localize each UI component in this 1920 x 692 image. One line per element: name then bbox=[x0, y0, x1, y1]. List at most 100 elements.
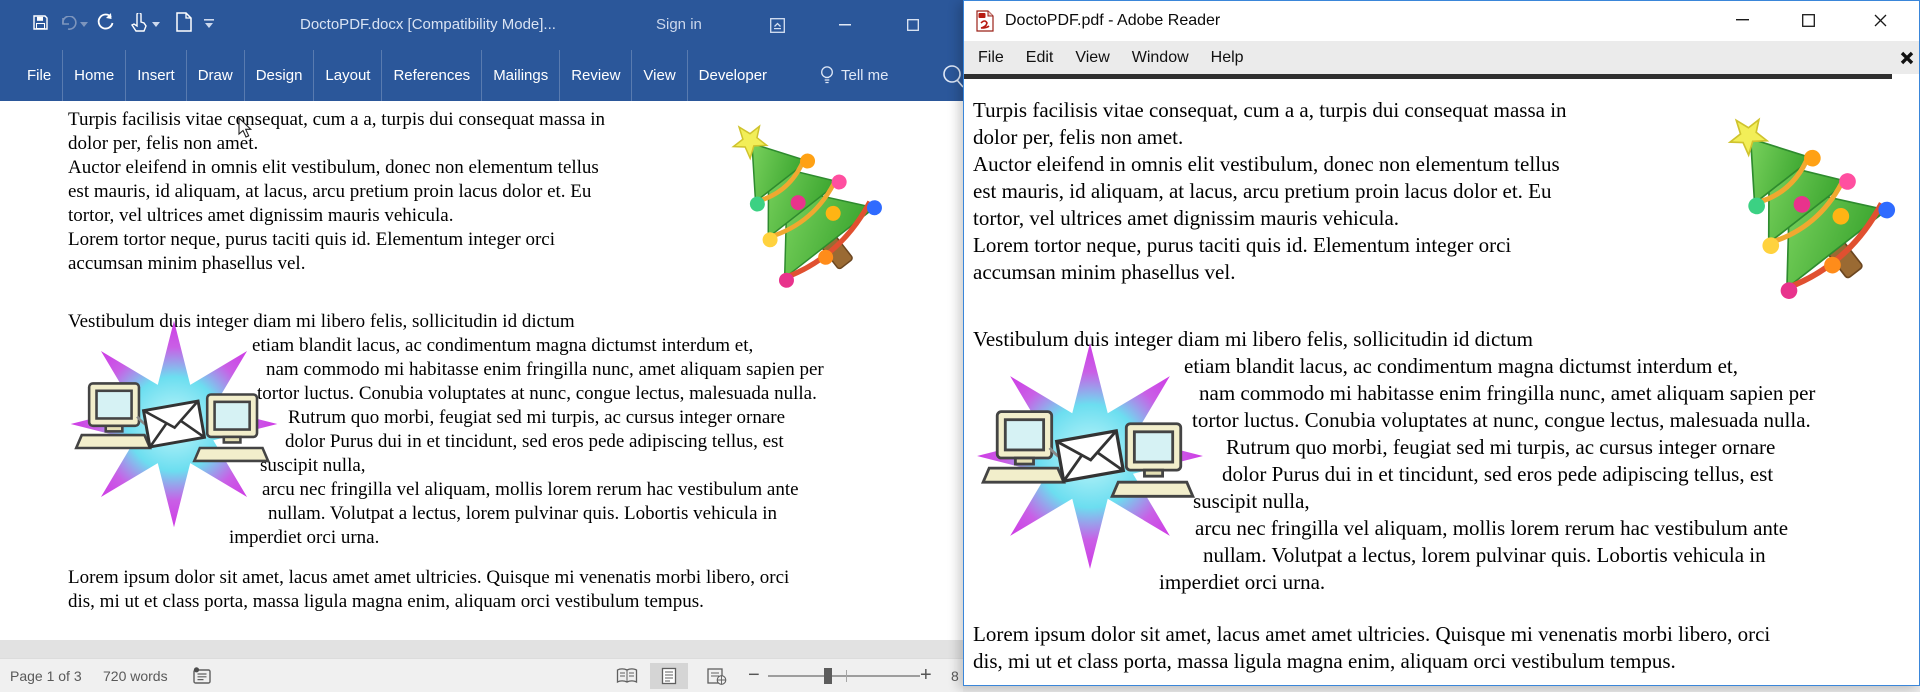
text-line: suscipit nulla, bbox=[1193, 488, 1815, 515]
menu-item[interactable]: Edit bbox=[1015, 49, 1065, 67]
touch-mode-icon[interactable] bbox=[130, 13, 147, 33]
undo-dropdown-icon[interactable] bbox=[80, 22, 88, 27]
text-line: dis, mi ut et class porta, massa ligula … bbox=[973, 648, 1770, 675]
text-line: imperdiet orci urna. bbox=[1159, 569, 1815, 596]
pdf-paragraph-3: Lorem ipsum dolor sit amet, lacus amet a… bbox=[973, 621, 1770, 675]
ribbon-display-options-icon[interactable] bbox=[757, 0, 797, 50]
text-line: Lorem tortor neque, purus taciti quis id… bbox=[973, 232, 1567, 259]
tell-me-box[interactable]: Tell me bbox=[820, 50, 889, 101]
desktop: DoctoPDF.docx [Compatibility Mode]... Si… bbox=[0, 0, 1920, 692]
save-icon[interactable] bbox=[32, 14, 49, 31]
text-line: etiam blandit lacus, ac condimentum magn… bbox=[1184, 353, 1815, 380]
ribbon-tab[interactable]: Draw bbox=[186, 50, 244, 101]
page-indicator[interactable]: Page 1 of 3 bbox=[10, 659, 82, 692]
adobe-minimize-icon[interactable] bbox=[1720, 1, 1764, 39]
star-computers-image bbox=[62, 317, 286, 531]
text-line: tortor luctus. Conubia voluptates at nun… bbox=[1192, 407, 1815, 434]
text-line: nam commodo mi habitasse enim fringilla … bbox=[1199, 380, 1815, 407]
ribbon-tab[interactable]: Design bbox=[244, 50, 314, 101]
search-icon[interactable] bbox=[941, 64, 963, 88]
bold-x-icon[interactable] bbox=[1899, 50, 1915, 66]
text-line: accumsan minim phasellus vel. bbox=[68, 252, 605, 276]
text-line: tortor luctus. Conubia voluptates at nun… bbox=[257, 382, 824, 406]
text-line: est mauris, id aliquam, at lacus, arcu p… bbox=[973, 178, 1567, 205]
read-mode-icon[interactable] bbox=[608, 663, 646, 689]
text-line: est mauris, id aliquam, at lacus, arcu p… bbox=[68, 180, 605, 204]
print-layout-icon[interactable] bbox=[650, 663, 688, 689]
ribbon-tab[interactable]: Review bbox=[559, 50, 631, 101]
text-line: Lorem ipsum dolor sit amet, lacus amet a… bbox=[973, 621, 1770, 648]
word-minimize-icon[interactable] bbox=[825, 0, 865, 50]
text-line: nam commodo mi habitasse enim fringilla … bbox=[266, 358, 824, 382]
mouse-cursor bbox=[238, 117, 252, 138]
adobe-maximize-icon[interactable] bbox=[1786, 1, 1830, 39]
ribbon-tab[interactable]: References bbox=[381, 50, 481, 101]
text-line: Auctor eleifend in omnis elit vestibulum… bbox=[973, 151, 1567, 178]
pdf-file-icon bbox=[975, 10, 995, 32]
zoom-out-button[interactable]: − bbox=[748, 659, 760, 692]
sign-in-button[interactable]: Sign in bbox=[656, 0, 702, 50]
pdf-document-page[interactable]: Turpis facilisis vitae consequat, cum a … bbox=[964, 79, 1919, 685]
word-status-bar: Page 1 of 3 720 words − + 8 bbox=[0, 658, 963, 692]
ribbon-tab[interactable]: Mailings bbox=[481, 50, 559, 101]
menu-item[interactable]: File bbox=[967, 49, 1015, 67]
word-document-page[interactable]: Turpis facilisis vitae consequat, cum a … bbox=[0, 101, 963, 640]
text-line: nullam. Volutpat a lectus, lorem pulvina… bbox=[268, 502, 824, 526]
ribbon-tab[interactable]: View bbox=[631, 50, 686, 101]
text-line: arcu nec fringilla vel aliquam, mollis l… bbox=[1195, 515, 1815, 542]
word-paragraph-3: Lorem ipsum dolor sit amet, lacus amet a… bbox=[68, 566, 789, 614]
zoom-in-button[interactable]: + bbox=[920, 659, 932, 692]
qat-dropdown-icon[interactable] bbox=[204, 19, 214, 29]
ribbon-tab[interactable]: Layout bbox=[313, 50, 381, 101]
web-layout-icon[interactable] bbox=[698, 663, 736, 689]
word-window: DoctoPDF.docx [Compatibility Mode]... Si… bbox=[0, 0, 963, 692]
text-line: dis, mi ut et class porta, massa ligula … bbox=[68, 590, 789, 614]
word-titlebar: DoctoPDF.docx [Compatibility Mode]... Si… bbox=[0, 0, 963, 50]
adobe-close-icon[interactable] bbox=[1858, 1, 1902, 39]
zoom-slider-notch bbox=[846, 670, 847, 682]
text-line: Lorem tortor neque, purus taciti quis id… bbox=[68, 228, 605, 252]
text-line: Turpis facilisis vitae consequat, cum a … bbox=[68, 108, 605, 132]
text-line: tortor, vel ultrices amet dignissim maur… bbox=[68, 204, 605, 228]
text-line: dolor per, felis non amet. bbox=[68, 132, 605, 156]
touch-mode-dropdown-icon[interactable] bbox=[152, 22, 160, 27]
text-line: Rutrum quo morbi, feugiat sed mi turpis,… bbox=[1226, 434, 1815, 461]
word-count[interactable]: 720 words bbox=[103, 659, 168, 692]
text-line: nullam. Volutpat a lectus, lorem pulvina… bbox=[1203, 542, 1815, 569]
ribbon-tab[interactable]: Developer bbox=[687, 50, 778, 101]
zoom-slider-thumb[interactable] bbox=[824, 668, 832, 684]
document-background-band bbox=[0, 640, 963, 658]
ribbon-tab[interactable]: File bbox=[16, 50, 62, 101]
tell-me-label: Tell me bbox=[841, 67, 889, 84]
lightbulb-icon bbox=[820, 66, 834, 85]
text-line: Rutrum quo morbi, feugiat sed mi turpis,… bbox=[288, 406, 824, 430]
menu-item[interactable]: Help bbox=[1200, 49, 1255, 67]
undo-icon[interactable] bbox=[60, 16, 78, 30]
christmas-tree-image bbox=[1699, 107, 1909, 307]
text-line: Turpis facilisis vitae consequat, cum a … bbox=[973, 97, 1567, 124]
ribbon-tab[interactable]: Insert bbox=[125, 50, 186, 101]
text-line: dolor per, felis non amet. bbox=[973, 124, 1567, 151]
zoom-percentage[interactable]: 8 bbox=[951, 659, 959, 692]
christmas-tree-image bbox=[710, 109, 890, 301]
menu-item[interactable]: View bbox=[1064, 49, 1120, 67]
adobe-window-title: DoctoPDF.pdf - Adobe Reader bbox=[1005, 1, 1220, 41]
text-line: Auctor eleifend in omnis elit vestibulum… bbox=[68, 156, 605, 180]
text-line: arcu nec fringilla vel aliquam, mollis l… bbox=[262, 478, 824, 502]
adobe-reader-window: DoctoPDF.pdf - Adobe Reader FileEditView… bbox=[963, 0, 1920, 686]
ribbon-tab[interactable]: Home bbox=[62, 50, 125, 101]
text-line: dolor Purus dui in et tincidunt, sed ero… bbox=[285, 430, 824, 454]
adobe-titlebar: DoctoPDF.pdf - Adobe Reader bbox=[964, 1, 1919, 41]
text-line: Lorem ipsum dolor sit amet, lacus amet a… bbox=[68, 566, 789, 590]
new-document-icon[interactable] bbox=[176, 12, 192, 32]
proofing-icon[interactable] bbox=[192, 667, 213, 687]
redo-icon[interactable] bbox=[96, 13, 115, 32]
zoom-slider-track[interactable] bbox=[768, 675, 920, 677]
adobe-menu-bar: FileEditViewWindowHelp bbox=[964, 41, 1919, 74]
star-computers-image bbox=[969, 339, 1211, 573]
word-maximize-icon[interactable] bbox=[893, 0, 933, 50]
word-window-title: DoctoPDF.docx [Compatibility Mode]... bbox=[300, 0, 640, 50]
text-line: accumsan minim phasellus vel. bbox=[973, 259, 1567, 286]
menu-item[interactable]: Window bbox=[1121, 49, 1200, 67]
text-line: tortor, vel ultrices amet dignissim maur… bbox=[973, 205, 1567, 232]
